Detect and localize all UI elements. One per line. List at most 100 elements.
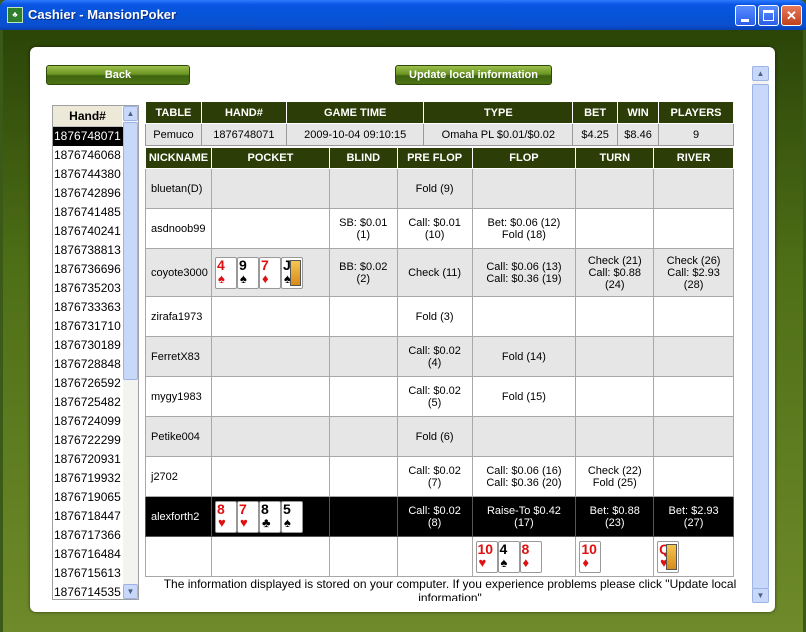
hand-list-item[interactable]: 1876716484 bbox=[53, 545, 124, 564]
flop-action bbox=[471, 416, 577, 457]
card-suit-icon: ♦ bbox=[582, 554, 589, 570]
turn-action: Check (22) Fold (25) bbox=[575, 456, 655, 497]
hand-list-item[interactable]: 1876725482 bbox=[53, 393, 124, 412]
preflop-action: Fold (3) bbox=[396, 296, 473, 337]
hand-list-item[interactable]: 1876724099 bbox=[53, 412, 124, 431]
game-type: Omaha PL $0.01/$0.02 bbox=[423, 123, 574, 146]
river-action bbox=[653, 376, 734, 417]
hand-list-item[interactable]: 1876717366 bbox=[53, 526, 124, 545]
hand-list-item[interactable]: 1876731710 bbox=[53, 317, 124, 336]
hand-list-item[interactable]: 1876744380 bbox=[53, 165, 124, 184]
hand-list-item[interactable]: 1876746068 bbox=[53, 146, 124, 165]
scroll-thumb[interactable] bbox=[752, 84, 769, 589]
card-suit-icon: ♠ bbox=[283, 514, 291, 530]
hand-list-item[interactable]: 1876736696 bbox=[53, 260, 124, 279]
minimize-button[interactable] bbox=[735, 5, 756, 26]
back-button[interactable]: Back bbox=[46, 65, 190, 85]
blind-action bbox=[328, 496, 398, 537]
flop-action bbox=[471, 168, 577, 209]
turn-action bbox=[575, 296, 655, 337]
hand-list-item[interactable]: 1876720931 bbox=[53, 450, 124, 469]
card-suit-icon: ♥ bbox=[217, 514, 226, 530]
scroll-up-arrow-icon[interactable]: ▲ bbox=[752, 66, 769, 81]
win-amount: $8.46 bbox=[617, 123, 660, 146]
col-preflop: PRE FLOP bbox=[396, 147, 473, 169]
table-row: coyote3000 4 ♠ 9 ♠ 7 ♦ J ♠ BB: $0.02 (2)… bbox=[145, 248, 734, 297]
hand-list-item[interactable]: 1876715613 bbox=[53, 564, 124, 583]
hand-list-item[interactable]: 1876730189 bbox=[53, 336, 124, 355]
river-action bbox=[653, 296, 734, 337]
scroll-thumb[interactable] bbox=[123, 122, 138, 380]
hand-list-item[interactable]: 1876719065 bbox=[53, 488, 124, 507]
card-suit-icon: ♥ bbox=[478, 554, 487, 570]
pocket-cards: 8 ♥ 7 ♥ 8 ♣ 5 ♠ bbox=[210, 496, 330, 537]
hand-list-item[interactable]: 1876735203 bbox=[53, 279, 124, 298]
pocket-cards: 4 ♠ 9 ♠ 7 ♦ J ♠ bbox=[210, 248, 330, 297]
scroll-down-arrow-icon[interactable]: ▼ bbox=[123, 584, 138, 599]
col-pocket: POCKET bbox=[210, 147, 330, 169]
scroll-down-arrow-icon[interactable]: ▼ bbox=[752, 588, 769, 603]
title-bar[interactable]: ♣ Cashier - MansionPoker ✕ bbox=[0, 0, 806, 30]
flop-action: Bet: $0.06 (12) Fold (18) bbox=[471, 208, 577, 249]
blind-action bbox=[328, 416, 398, 457]
hand-list-item[interactable]: 1876733363 bbox=[53, 298, 124, 317]
card-suit-icon: ♥ bbox=[239, 514, 248, 530]
bet-amount: $4.25 bbox=[572, 123, 619, 146]
maximize-button[interactable] bbox=[758, 5, 779, 26]
card-suit-icon: ♠ bbox=[239, 270, 247, 286]
main-scrollbar[interactable]: ▲ ▼ bbox=[752, 66, 769, 603]
pocket-cards bbox=[210, 416, 330, 457]
playing-card: 8 ♦ bbox=[519, 540, 542, 573]
hand-list-item[interactable]: 1876718447 bbox=[53, 507, 124, 526]
playing-card: J ♠ bbox=[280, 256, 303, 289]
hand-actions-table: NICKNAME POCKET BLIND PRE FLOP FLOP TURN… bbox=[145, 147, 734, 577]
preflop-action: Call: $0.02 (8) bbox=[396, 496, 473, 537]
hand-list-scrollbar[interactable]: ▲ ▼ bbox=[123, 106, 138, 599]
player-nickname: FerretX83 bbox=[145, 336, 212, 377]
hand-list[interactable]: Hand# 1876748071 1876746068 1876744380 1876… bbox=[52, 105, 139, 600]
hand-list-item[interactable]: 1876738813 bbox=[53, 241, 124, 260]
hand-list-header: Hand# bbox=[53, 106, 122, 127]
card-suit-icon: ♦ bbox=[261, 270, 269, 286]
hand-list-item[interactable]: 1876741485 bbox=[53, 203, 124, 222]
scroll-up-arrow-icon[interactable]: ▲ bbox=[123, 106, 138, 121]
hand-list-item[interactable]: 1876726592 bbox=[53, 374, 124, 393]
col-hand: HAND# bbox=[200, 101, 287, 124]
hand-list-item[interactable]: 1876742896 bbox=[53, 184, 124, 203]
hand-list-item[interactable]: 1876748071 bbox=[53, 127, 124, 146]
blind-action bbox=[328, 376, 398, 417]
empty-cell bbox=[328, 536, 398, 577]
flop-action: Call: $0.06 (16) Call: $0.36 (20) bbox=[471, 456, 577, 497]
playing-card: 7 ♦ bbox=[258, 256, 281, 289]
update-local-information-button[interactable]: Update local information bbox=[395, 65, 552, 85]
hand-list-item[interactable]: 1876719932 bbox=[53, 469, 124, 488]
hand-list-item[interactable]: 1876714535 bbox=[53, 583, 124, 599]
table-row: mygy1983 Call: $0.02 (5) Fold (15) bbox=[145, 376, 734, 417]
river-action bbox=[653, 416, 734, 457]
hand-list-item[interactable]: 1876728848 bbox=[53, 355, 124, 374]
blind-action: BB: $0.02 (2) bbox=[328, 248, 398, 297]
hand-list-item[interactable]: 1876722299 bbox=[53, 431, 124, 450]
blind-action bbox=[328, 456, 398, 497]
playing-card: 7 ♥ bbox=[236, 500, 259, 533]
maximize-icon bbox=[763, 10, 774, 21]
pocket-cards bbox=[210, 376, 330, 417]
table-row: j2702 Call: $0.02 (7) Call: $0.06 (16) C… bbox=[145, 456, 734, 497]
col-bet: BET bbox=[572, 101, 619, 124]
game-time: 2009-10-04 09:10:15 bbox=[285, 123, 425, 146]
preflop-action: Fold (6) bbox=[396, 416, 473, 457]
table-name: Pemuco bbox=[145, 123, 202, 146]
turn-action bbox=[575, 336, 655, 377]
hand-number: 1876748071 bbox=[200, 123, 287, 146]
playing-card: 4 ♠ bbox=[214, 256, 237, 289]
hand-list-item[interactable]: 1876740241 bbox=[53, 222, 124, 241]
col-type: TYPE bbox=[423, 101, 574, 124]
col-flop: FLOP bbox=[471, 147, 577, 169]
close-button[interactable]: ✕ bbox=[781, 5, 802, 26]
col-nickname: NICKNAME bbox=[145, 147, 212, 169]
table-row: alexforth2 8 ♥ 7 ♥ 8 ♣ 5 ♠ Call: $0.02 (… bbox=[145, 496, 734, 537]
turn-action: Check (21) Call: $0.88 (24) bbox=[575, 248, 655, 297]
playing-card: 4 ♠ bbox=[497, 540, 520, 573]
player-nickname: mygy1983 bbox=[145, 376, 212, 417]
flop-board-cards: 10 ♥ 4 ♠ 8 ♦ bbox=[471, 536, 577, 577]
